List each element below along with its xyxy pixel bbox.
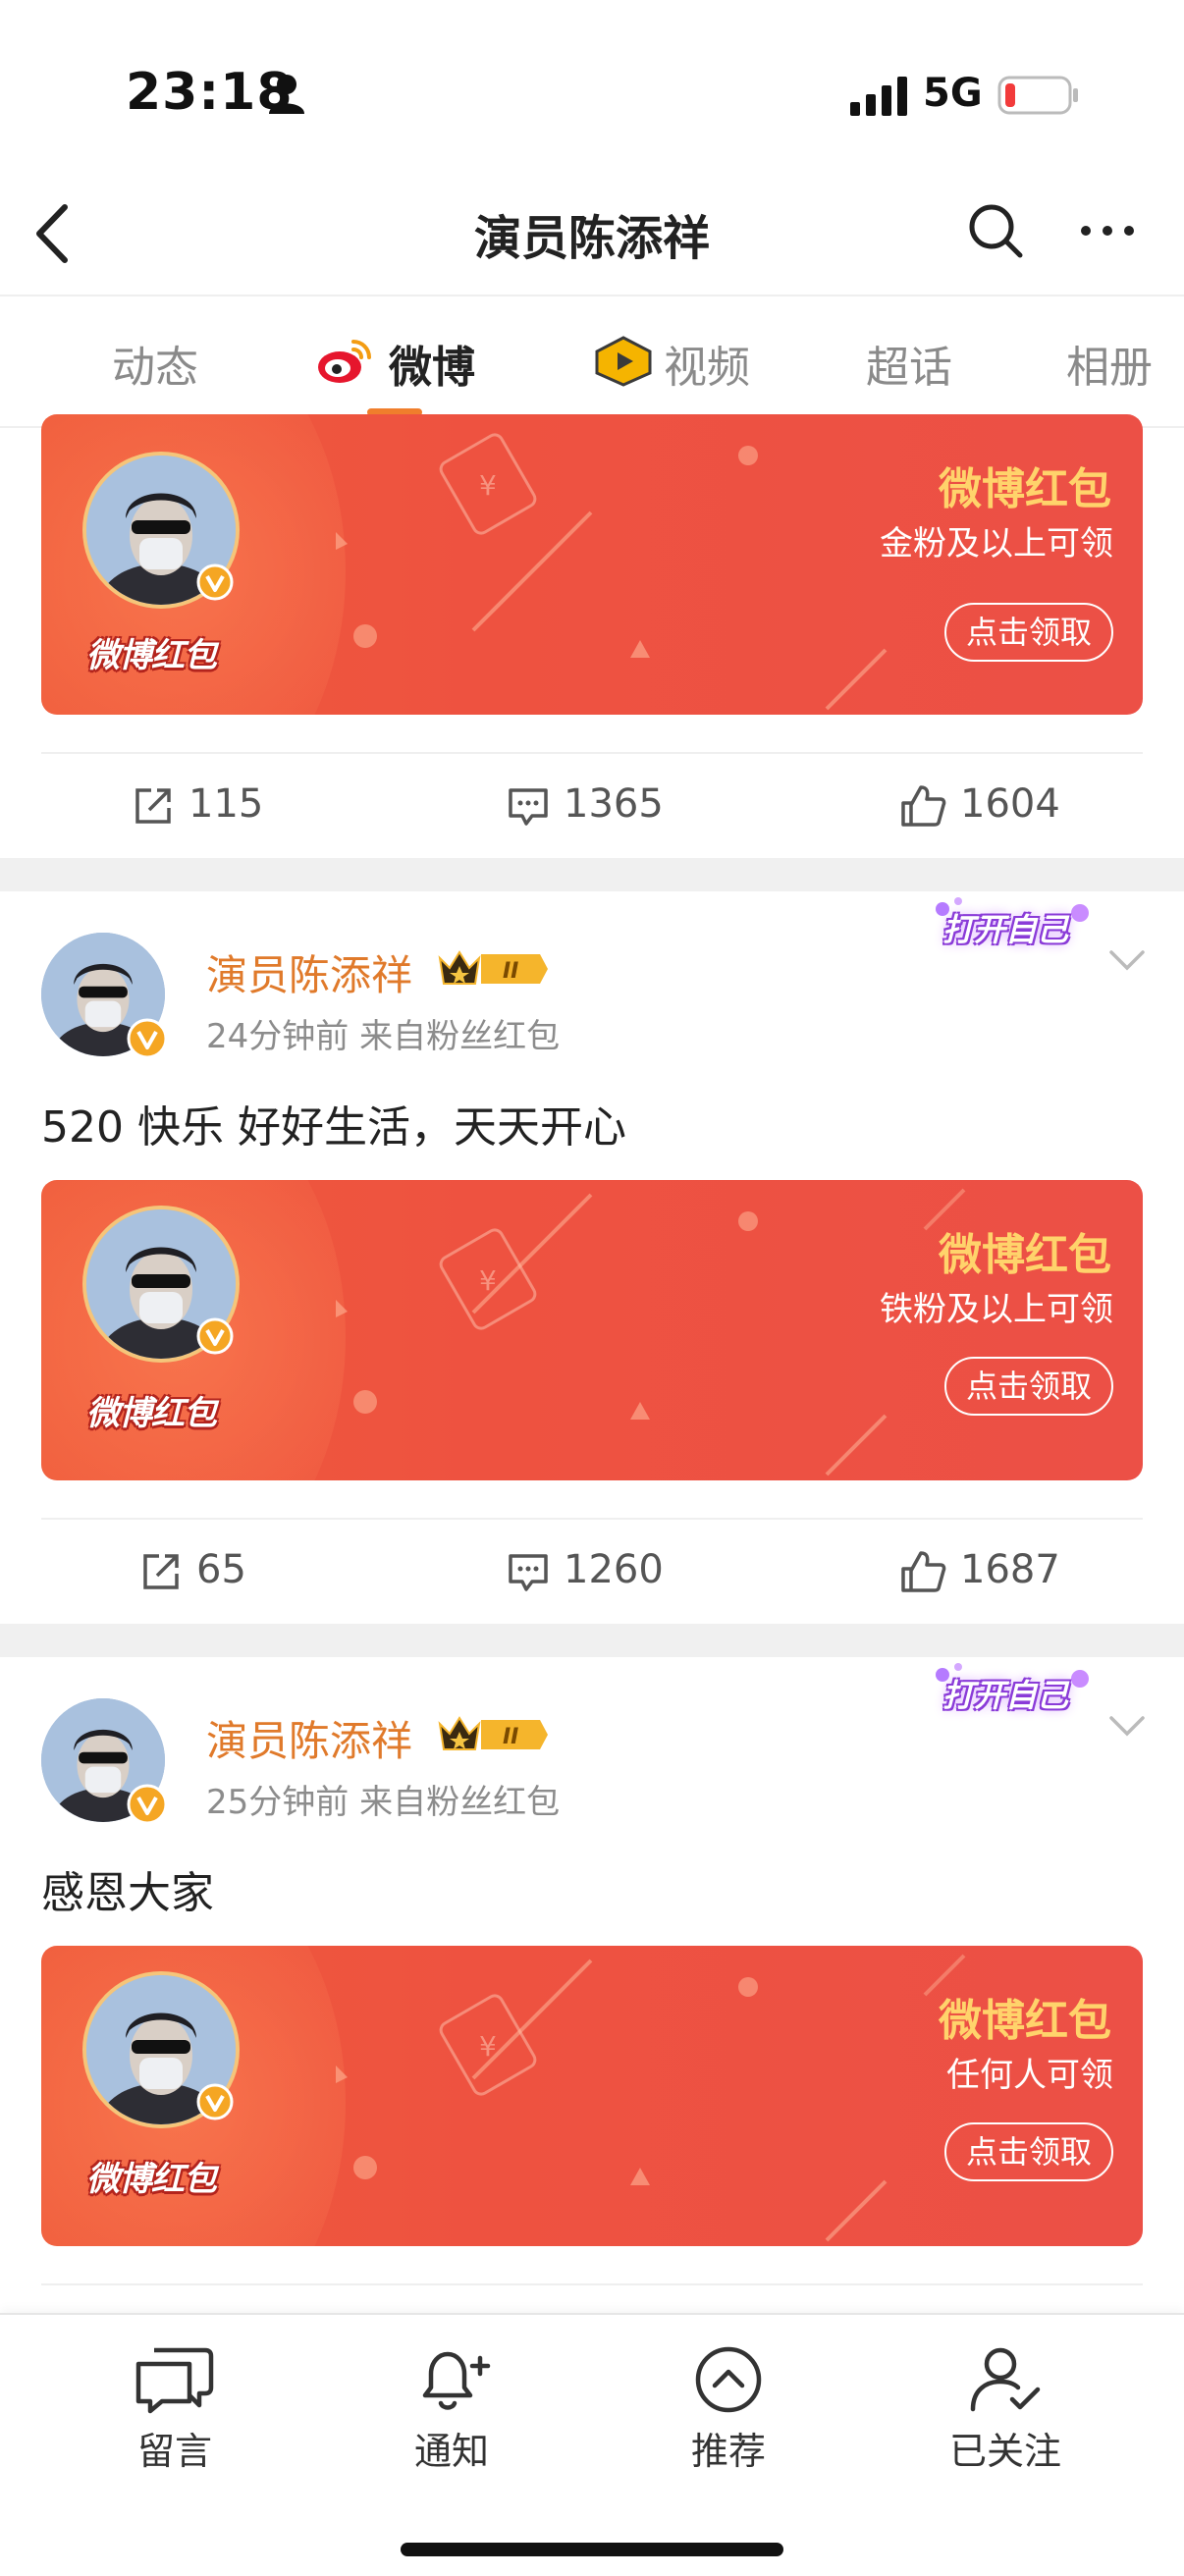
like-button[interactable]: 1687 (899, 1547, 1060, 1594)
search-icon[interactable] (966, 201, 1025, 260)
signal-icon (850, 77, 907, 116)
post-author[interactable]: 演员陈添祥 (206, 942, 412, 1002)
thumbs-up-icon (901, 1551, 946, 1592)
repost-button[interactable]: 65 (139, 1547, 246, 1593)
like-count: 1687 (960, 1547, 1060, 1592)
more-icon[interactable] (1078, 221, 1137, 241)
comment-button[interactable]: 1260 (507, 1547, 664, 1593)
repost-count: 115 (188, 781, 264, 827)
post-author[interactable]: 演员陈添祥 (206, 1708, 412, 1768)
post-meta: 24分钟前 来自粉丝红包 (206, 1017, 561, 1056)
repost-icon (143, 1554, 179, 1589)
nav-bar: 演员陈添祥 (0, 172, 1184, 295)
claim-button[interactable]: 点击领取 (943, 1357, 1113, 1416)
claim-button[interactable]: 点击领取 (943, 2122, 1113, 2181)
profile-tabs: 动态 微博 视频 超话 相册 (0, 295, 1184, 428)
packet-label: 微博红包 (86, 1394, 217, 1433)
bell-icon (422, 2351, 491, 2410)
repost-count: 65 (196, 1547, 246, 1592)
banner-title: 微博红包 (939, 1996, 1111, 2046)
verified-badge-icon (196, 2083, 234, 2120)
battery-icon (997, 76, 1078, 115)
like-button[interactable]: 1604 (899, 781, 1060, 829)
post-actions: 115 1365 1604 (41, 752, 1143, 860)
red-packet-banner[interactable]: ¥ 微博红包 微博红包 铁粉及以上可领 点击领取 (41, 1180, 1143, 1480)
repost-icon (135, 788, 171, 824)
comment-icon (509, 1554, 548, 1591)
svg-text:II: II (503, 959, 518, 984)
bottom-toolbar: 留言 通知 推荐 已关注 (0, 2313, 1184, 2576)
sticker-badge: 打开自己 (923, 1657, 1100, 1736)
message-button[interactable]: 留言 (77, 2344, 273, 2475)
claim-button[interactable]: 点击领取 (943, 603, 1113, 662)
verified-badge-icon (196, 1317, 234, 1355)
feed-divider (0, 858, 1184, 891)
sticker-text: 打开自己 (942, 911, 1069, 948)
thumbs-up-icon (901, 785, 946, 827)
user-check-icon (970, 2347, 1041, 2412)
comment-icon (509, 788, 548, 826)
tab-album[interactable]: 相册 (1066, 332, 1153, 395)
post-text: 感恩大家 (41, 1868, 214, 1918)
verified-badge-icon (127, 1784, 168, 1825)
member-crown-icon: II (438, 1716, 548, 1750)
post-meta: 25分钟前 来自粉丝红包 (206, 1783, 561, 1822)
status-bar: 23:18 5G (0, 0, 1184, 172)
sticker-badge: 打开自己 (923, 891, 1100, 970)
tab-weibo[interactable]: 微博 (389, 332, 475, 395)
verified-badge-icon (196, 564, 234, 601)
video-logo-icon (595, 336, 652, 387)
network-type: 5G (923, 71, 983, 116)
svg-text:¥: ¥ (479, 469, 497, 502)
like-count: 1604 (960, 781, 1060, 827)
chevron-up-circle-icon (695, 2346, 762, 2413)
notify-button[interactable]: 通知 (353, 2344, 550, 2475)
banner-subtitle: 铁粉及以上可领 (880, 1290, 1113, 1329)
separator-line (41, 2283, 1143, 2285)
red-packet-banner[interactable]: ¥ 微博红包 微博红包 金粉及以上可领 点击领取 (41, 414, 1143, 715)
post-actions: 65 1260 1687 (41, 1518, 1143, 1626)
following-label: 已关注 (948, 2430, 1061, 2473)
person-icon (269, 75, 304, 114)
packet-label: 微博红包 (86, 2160, 217, 2199)
feed-divider (0, 1624, 1184, 1657)
sticker-text: 打开自己 (942, 1677, 1069, 1714)
comment-count: 1260 (564, 1547, 664, 1592)
recommend-label: 推荐 (690, 2430, 766, 2473)
comment-button[interactable]: 1365 (507, 781, 664, 828)
chevron-down-icon[interactable] (1107, 1712, 1147, 1740)
home-indicator[interactable] (401, 2543, 783, 2556)
tab-video[interactable]: 视频 (664, 332, 750, 395)
chevron-down-icon[interactable] (1107, 946, 1147, 974)
banner-title: 微博红包 (939, 1230, 1111, 1280)
banner-subtitle: 金粉及以上可领 (880, 524, 1113, 564)
message-label: 留言 (136, 2430, 212, 2473)
tab-super-topic[interactable]: 超话 (866, 332, 952, 395)
banner-subtitle: 任何人可领 (946, 2056, 1113, 2095)
weibo-logo-icon (318, 340, 371, 383)
post-text: 520 快乐 好好生活，天天开心 (41, 1102, 626, 1153)
recommend-button[interactable]: 推荐 (630, 2344, 827, 2475)
verified-badge-icon (127, 1018, 168, 1059)
tab-dynamics[interactable]: 动态 (112, 332, 198, 395)
comment-count: 1365 (564, 781, 664, 827)
following-button[interactable]: 已关注 (907, 2344, 1103, 2475)
message-icon (135, 2347, 214, 2414)
svg-text:II: II (503, 1725, 518, 1749)
banner-title: 微博红包 (939, 464, 1111, 514)
red-packet-banner[interactable]: ¥ 微博红包 微博红包 任何人可领 点击领取 (41, 1946, 1143, 2246)
member-crown-icon: II (438, 950, 548, 985)
notify-label: 通知 (413, 2430, 489, 2473)
packet-label: 微博红包 (86, 636, 217, 675)
repost-button[interactable]: 115 (132, 781, 263, 828)
